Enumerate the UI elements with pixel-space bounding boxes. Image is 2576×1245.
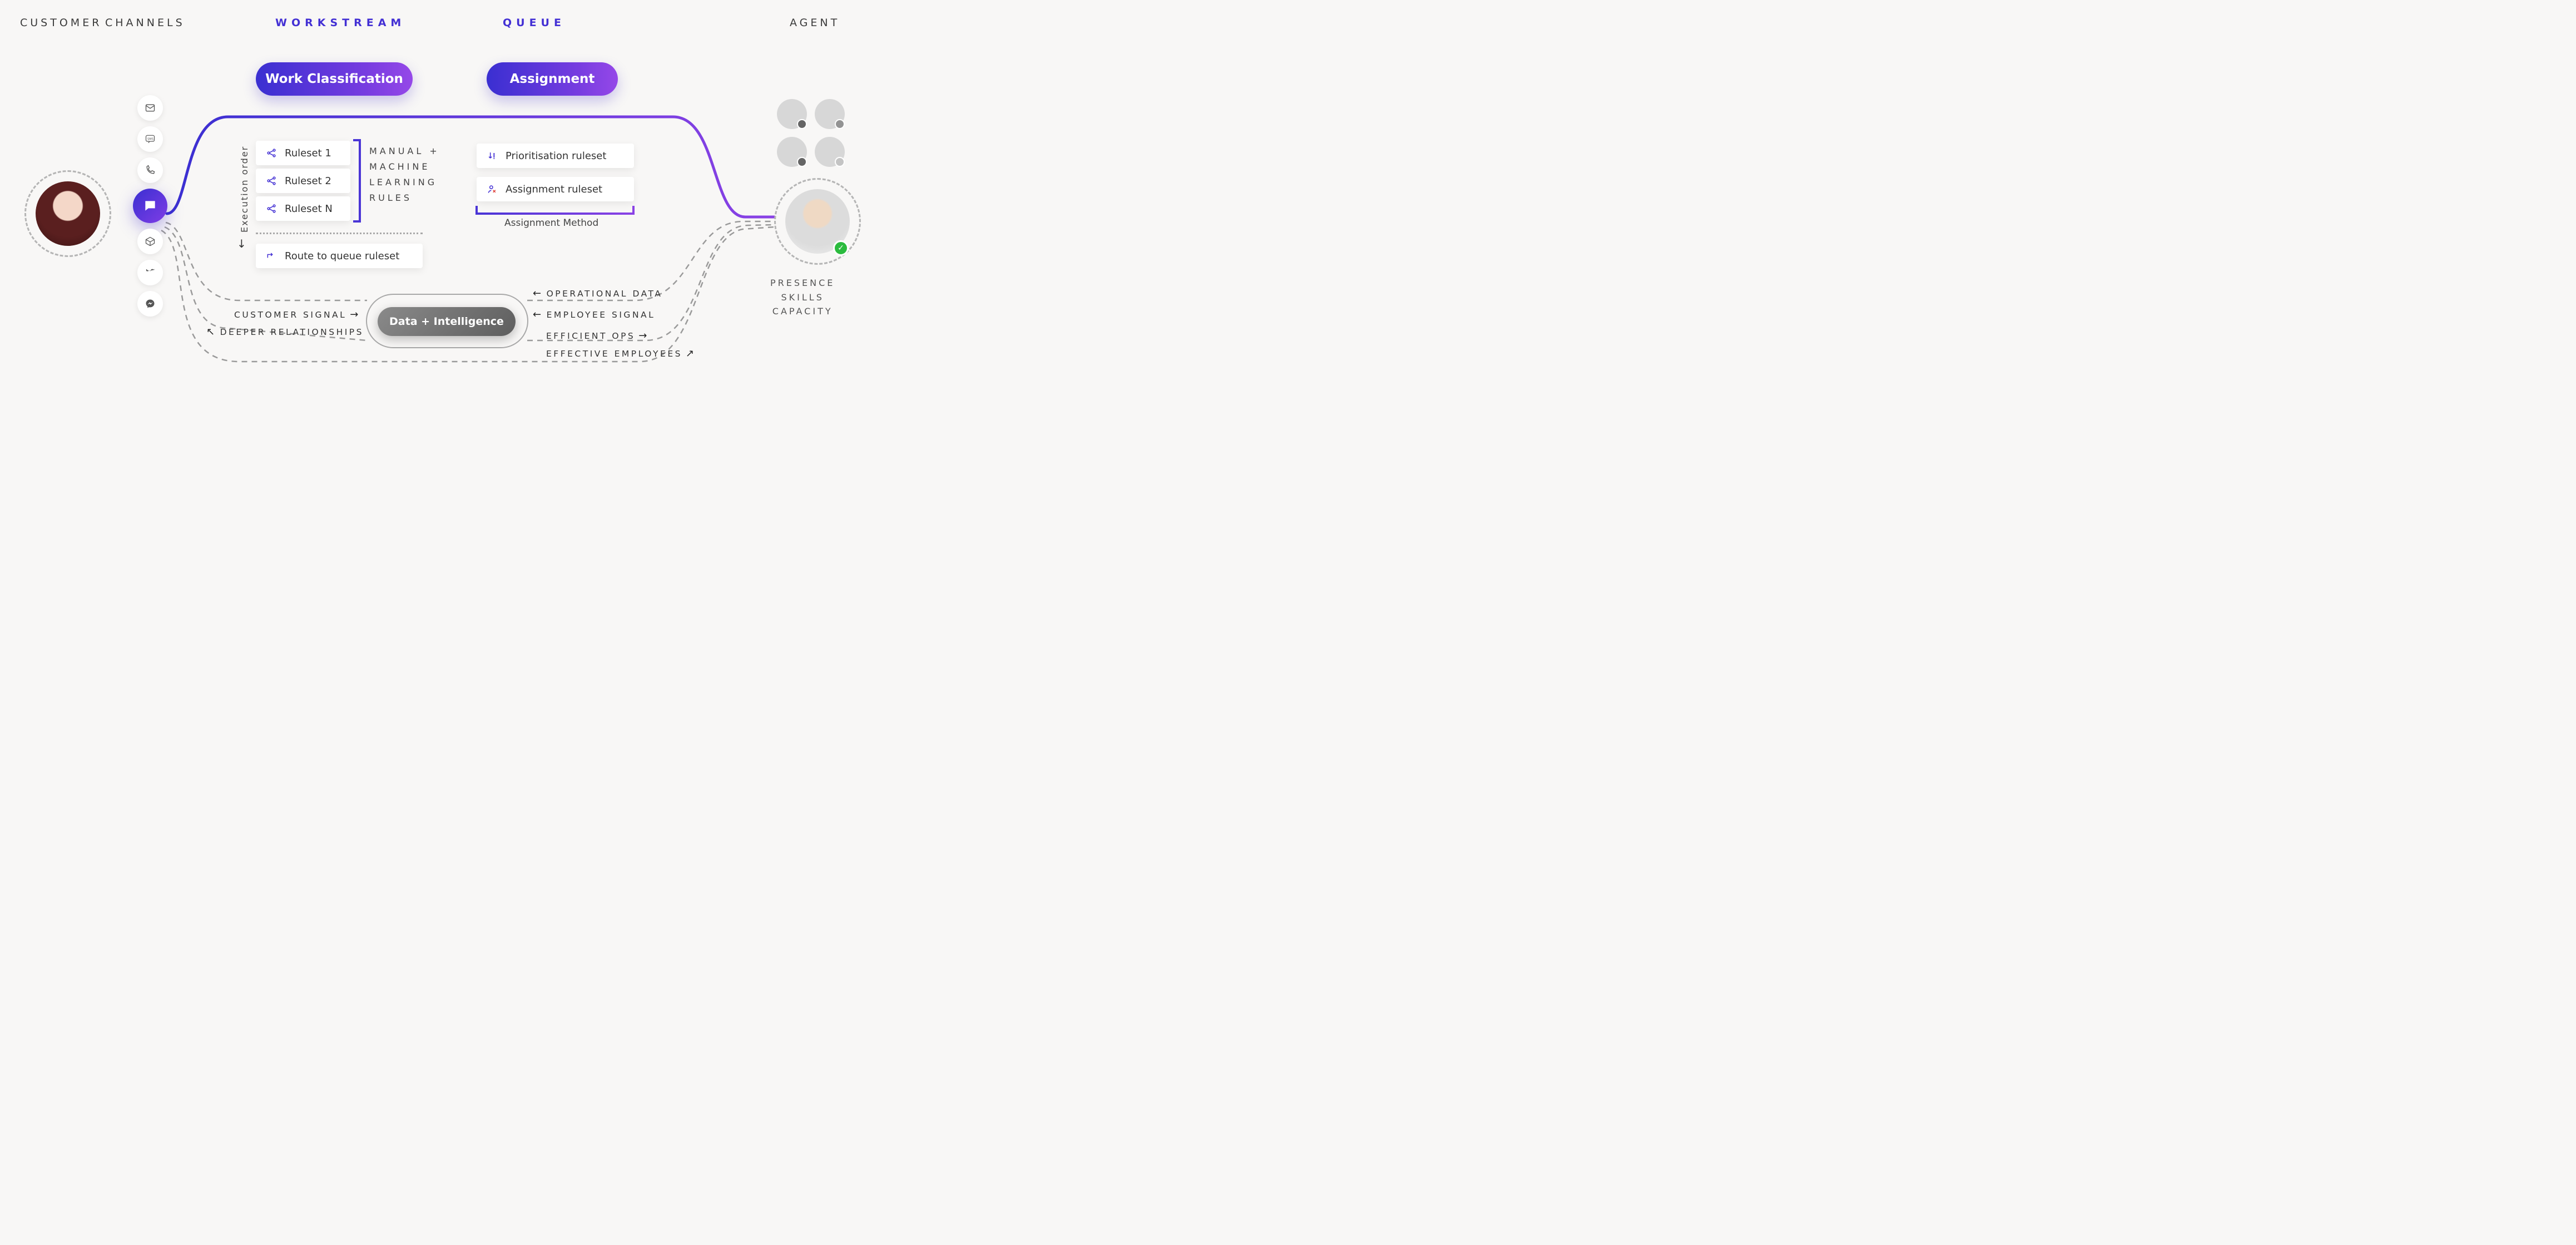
arrow-right-icon: → xyxy=(638,330,649,342)
arrow-left-icon: ← xyxy=(533,288,543,299)
label-customer-signal: CUSTOMER SIGNAL→ xyxy=(234,309,360,320)
label-efficient-ops: EFFICIENT OPS→ xyxy=(546,330,649,342)
share-icon xyxy=(266,147,277,159)
channels-column: SMS xyxy=(133,95,167,317)
presence-available-icon: ✓ xyxy=(833,240,849,256)
manual-ml-label: MANUAL + MACHINE LEARNING RULES xyxy=(369,144,440,206)
priority-icon xyxy=(487,150,498,161)
dotted-separator xyxy=(256,233,423,234)
mini-agent-avatar xyxy=(777,137,807,167)
phone-icon xyxy=(137,157,163,183)
agent-meta: PRESENCE SKILLS CAPACITY xyxy=(770,276,835,319)
label-effective-employees: EFFECTIVE EMPLOYEES↗ xyxy=(546,348,696,359)
messenger-icon xyxy=(137,291,163,317)
arrow-upright-icon: ↗ xyxy=(686,348,696,359)
label-operational-data: ←OPERATIONAL DATA xyxy=(533,288,662,299)
pill-work-classification: Work Classification xyxy=(256,62,413,96)
prioritisation-label: Prioritisation ruleset xyxy=(506,150,606,162)
header-agent: AGENT xyxy=(790,17,840,29)
ruleset-label: Ruleset N xyxy=(285,203,333,215)
twitter-icon xyxy=(137,260,163,285)
mini-agent-avatar xyxy=(815,137,845,167)
prioritisation-card: Prioritisation ruleset xyxy=(477,144,634,168)
arrow-down-icon: ↓ xyxy=(237,237,246,250)
route-to-queue-card: Route to queue ruleset xyxy=(256,244,423,268)
chat-icon xyxy=(133,189,167,223)
email-icon xyxy=(137,95,163,121)
mini-agents-grid xyxy=(777,99,845,167)
package-icon xyxy=(137,229,163,254)
assign-person-icon xyxy=(487,184,498,195)
customer-avatar xyxy=(36,181,100,246)
label-employee-signal: ←EMPLOYEE SIGNAL xyxy=(533,309,655,320)
assignment-card: Assignment ruleset xyxy=(477,177,634,201)
ruleset-card: Ruleset 2 xyxy=(256,169,350,193)
svg-text:SMS: SMS xyxy=(147,137,153,141)
sms-icon: SMS xyxy=(137,126,163,152)
assignment-label: Assignment ruleset xyxy=(506,184,602,195)
bracket-rulesets xyxy=(353,139,361,223)
flow-lines xyxy=(0,0,859,415)
arrow-right-icon: → xyxy=(350,309,360,320)
mini-agent-avatar xyxy=(777,99,807,129)
share-icon xyxy=(266,175,277,186)
bracket-assignment-method xyxy=(475,206,635,215)
share-icon xyxy=(266,203,277,214)
route-icon xyxy=(266,250,277,261)
arrow-upleft-icon: ↖ xyxy=(206,326,217,338)
arrow-left-icon: ← xyxy=(533,309,543,320)
ruleset-card: Ruleset 1 xyxy=(256,141,350,165)
data-intel-pill: Data + Intelligence xyxy=(378,307,516,336)
ruleset-card: Ruleset N xyxy=(256,196,350,221)
ruleset-label: Ruleset 1 xyxy=(285,147,331,159)
execution-order-label: Execution order xyxy=(239,145,250,234)
header-channels: CHANNELS xyxy=(105,17,185,29)
assignment-method-label: Assignment Method xyxy=(504,218,598,229)
pill-assignment: Assignment xyxy=(487,62,618,96)
header-workstream: WORKSTREAM xyxy=(275,17,405,29)
route-label: Route to queue ruleset xyxy=(285,250,399,262)
header-queue: QUEUE xyxy=(503,17,566,29)
mini-agent-avatar xyxy=(815,99,845,129)
ruleset-label: Ruleset 2 xyxy=(285,175,331,187)
header-customer: CUSTOMER xyxy=(20,17,102,29)
label-deeper-relationships: ↖DEEPER RELATIONSHIPS xyxy=(206,326,364,338)
